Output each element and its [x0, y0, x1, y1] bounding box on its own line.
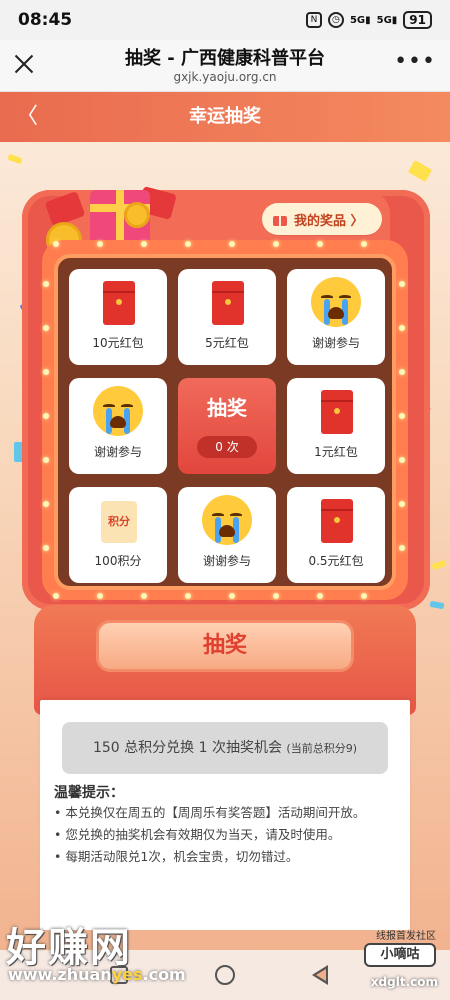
watermark-right-url: xdglt.com	[370, 975, 438, 989]
watermark: 好赚网 www.zhuanyes.com 线报首发社区 小嘀咕 xdglt.co…	[0, 905, 450, 1000]
draw-count: 0 次	[197, 436, 257, 458]
browser-title: 抽奖 - 广西健康科普平台	[124, 48, 325, 69]
exchange-main-label: 150 总积分兑换 1 次抽奖机会	[92, 740, 282, 756]
watermark-right-logo: 小嘀咕	[364, 943, 436, 967]
confetti-decor	[431, 559, 447, 571]
prize-cell: 积分 100积分	[69, 487, 167, 583]
signal-5g-icon: 5G▮	[376, 14, 398, 26]
prize-label: 1元红包	[314, 445, 358, 459]
more-icon[interactable]: •••	[394, 51, 436, 73]
crying-face-icon	[311, 277, 361, 327]
marquee-light	[141, 593, 147, 599]
exchange-sub-label: (当前总积分9)	[286, 742, 358, 755]
prize-cell: 谢谢参与	[69, 378, 167, 474]
marquee-light	[97, 593, 103, 599]
tips-list: 本兑换仅在周五的【周周乐有奖答题】活动期间开放。 您兑换的抽奖机会有效期仅为当天…	[54, 802, 404, 868]
marquee-light	[229, 241, 235, 247]
confetti-decor	[429, 600, 445, 610]
tip-item: 您兑换的抽奖机会有效期仅为当天，请及时使用。	[54, 824, 404, 846]
marquee-light	[399, 369, 405, 375]
page-title: 幸运抽奖	[189, 106, 261, 127]
draw-button[interactable]: 抽奖	[96, 620, 354, 672]
red-envelope-icon	[321, 390, 353, 434]
watermark-url-c: .com	[142, 965, 186, 984]
coin-icon	[124, 202, 150, 228]
marquee-light	[399, 281, 405, 287]
confetti-decor	[407, 159, 433, 183]
tip-item: 本兑换仅在周五的【周周乐有奖答题】活动期间开放。	[54, 802, 404, 824]
prize-cell: 10元红包	[69, 269, 167, 365]
draw-center-label: 抽奖	[207, 396, 247, 420]
tip-item: 每期活动限兑1次，机会宝贵，切勿错过。	[54, 846, 404, 868]
prize-label: 0.5元红包	[308, 554, 364, 568]
red-envelope-icon	[212, 281, 244, 325]
prize-label: 谢谢参与	[202, 554, 251, 568]
marquee-light	[361, 241, 367, 247]
marquee-light	[43, 325, 49, 331]
tips-title: 温馨提示：	[54, 785, 124, 801]
page-header: 〈 幸运抽奖	[0, 92, 450, 142]
marquee-light	[399, 413, 405, 419]
marquee-light	[317, 241, 323, 247]
marquee-light	[53, 593, 59, 599]
exchange-panel: 150 总积分兑换 1 次抽奖机会 (当前总积分9) 温馨提示： 本兑换仅在周五…	[40, 700, 410, 930]
marquee-light	[43, 413, 49, 419]
prize-cell: 谢谢参与	[287, 269, 385, 365]
crying-face-icon	[202, 495, 252, 545]
watermark-url-a: www.zhuan	[8, 965, 112, 984]
marquee-light	[273, 593, 279, 599]
my-prizes-button[interactable]: 我的奖品 〉	[262, 203, 382, 235]
marquee-light	[399, 545, 405, 551]
prize-cell: 1元红包	[287, 378, 385, 474]
marquee-light	[185, 241, 191, 247]
prize-cell: 谢谢参与	[178, 487, 276, 583]
marquee-light	[43, 545, 49, 551]
marquee-light	[43, 369, 49, 375]
red-envelope-icon	[321, 499, 353, 543]
marquee-light	[43, 501, 49, 507]
prize-cell: 5元红包	[178, 269, 276, 365]
nfc-icon: N	[305, 12, 322, 28]
status-time: 08:45	[18, 10, 73, 30]
marquee-light	[399, 457, 405, 463]
points-coupon-icon: 积分	[101, 501, 137, 543]
confetti-decor	[7, 153, 23, 165]
back-icon[interactable]: 〈	[12, 92, 42, 142]
browser-bar: 抽奖 - 广西健康科普平台 gxjk.yaoju.org.cn •••	[0, 40, 450, 92]
prize-label: 10元红包	[92, 336, 144, 350]
marquee-light	[53, 241, 59, 247]
alarm-icon: ◷	[327, 12, 344, 28]
prize-cell: 0.5元红包	[287, 487, 385, 583]
marquee-light	[43, 457, 49, 463]
red-envelope-icon	[103, 281, 135, 325]
watermark-right-caption: 线报首发社区	[376, 931, 436, 942]
marquee-light	[399, 501, 405, 507]
status-icons: N ◷ 5G▮ 5G▮ 91	[305, 11, 432, 29]
watermark-url-b: yes	[111, 965, 143, 984]
prize-label: 5元红包	[205, 336, 249, 350]
exchange-button[interactable]: 150 总积分兑换 1 次抽奖机会 (当前总积分9)	[62, 722, 388, 774]
marquee-light	[399, 325, 405, 331]
marquee-light	[185, 593, 191, 599]
browser-url: gxjk.yaoju.org.cn	[173, 70, 277, 84]
status-bar: 08:45 N ◷ 5G▮ 5G▮ 91	[0, 0, 450, 40]
watermark-url: www.zhuanyes.com	[8, 965, 186, 984]
my-prizes-label: 我的奖品 〉	[294, 213, 364, 229]
battery-indicator: 91	[403, 11, 432, 29]
marquee-light	[361, 593, 367, 599]
marquee-light	[43, 281, 49, 287]
marquee-light	[273, 241, 279, 247]
prize-label: 100积分	[94, 554, 142, 568]
marquee-light	[141, 241, 147, 247]
crying-face-icon	[93, 386, 143, 436]
prize-label: 谢谢参与	[311, 336, 360, 350]
prize-label: 谢谢参与	[93, 445, 142, 459]
signal-5g-icon: 5G▮	[349, 14, 371, 26]
marquee-light	[97, 241, 103, 247]
marquee-light	[229, 593, 235, 599]
gift-icon	[272, 211, 288, 227]
marquee-light	[317, 593, 323, 599]
draw-center-button[interactable]: 抽奖 0 次	[178, 378, 276, 474]
